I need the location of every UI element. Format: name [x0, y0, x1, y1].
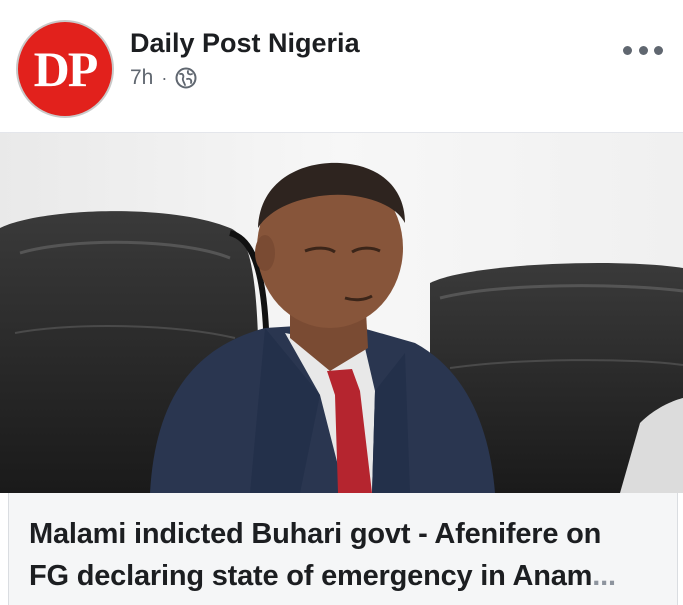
headline-line-1: Malami indicted Buhari govt - Afenifere …	[29, 518, 602, 550]
feed-post: DP Daily Post Nigeria 7h · Malami indict…	[0, 0, 683, 605]
link-headline[interactable]: Malami indicted Buhari govt - Afenifere …	[29, 513, 659, 597]
post-photo[interactable]	[0, 133, 683, 493]
headline-line-2: FG declaring state of emergency in Anam	[29, 560, 593, 592]
post-timestamp[interactable]: 7h	[130, 66, 153, 90]
page-avatar[interactable]: DP	[16, 20, 114, 118]
page-name-link[interactable]: Daily Post Nigeria	[130, 28, 360, 59]
link-preview-card[interactable]: Malami indicted Buhari govt - Afenifere …	[8, 493, 678, 605]
globe-icon	[175, 67, 197, 89]
meta-separator: ·	[161, 67, 168, 88]
headline-ellipsis: ...	[592, 560, 616, 592]
more-options-icon[interactable]	[623, 38, 663, 62]
post-meta: 7h ·	[130, 66, 197, 90]
avatar-logo-text: DP	[33, 41, 99, 97]
post-header: DP Daily Post Nigeria 7h ·	[0, 4, 683, 132]
